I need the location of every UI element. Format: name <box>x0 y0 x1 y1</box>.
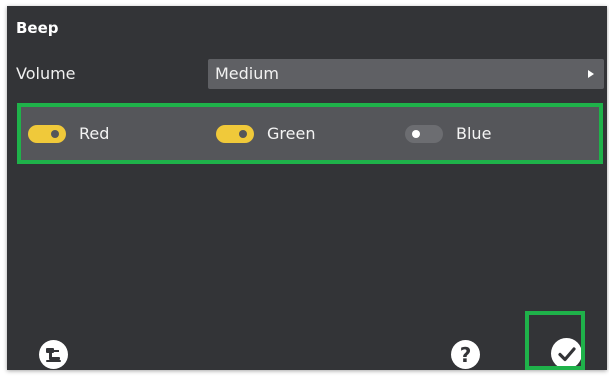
volume-selected-value: Medium <box>215 64 279 83</box>
question-icon[interactable]: ? <box>451 340 480 369</box>
beep-dialog: Beep Volume Medium Red Green Blue ? <box>7 6 607 370</box>
color-toggle-row: Red Green Blue <box>17 103 603 164</box>
dropdown-arrow-icon <box>588 70 594 78</box>
switch-knob <box>412 129 420 138</box>
dialog-title: Beep <box>16 19 59 37</box>
red-switch[interactable] <box>28 124 66 143</box>
toggle-blue[interactable]: Blue <box>405 107 491 160</box>
volume-label: Volume <box>16 64 76 83</box>
robot-arm-glyph <box>46 348 61 362</box>
robot-arm-icon[interactable] <box>39 340 68 369</box>
blue-switch[interactable] <box>405 124 443 143</box>
confirm-highlight-box <box>525 311 585 370</box>
blue-label: Blue <box>456 124 492 143</box>
red-label: Red <box>79 124 110 143</box>
switch-knob <box>239 129 247 138</box>
toggle-red[interactable]: Red <box>28 107 109 160</box>
toggle-green[interactable]: Green <box>216 107 315 160</box>
green-switch[interactable] <box>216 124 254 143</box>
green-label: Green <box>267 124 316 143</box>
volume-select[interactable]: Medium <box>208 59 604 89</box>
switch-knob <box>51 129 59 138</box>
